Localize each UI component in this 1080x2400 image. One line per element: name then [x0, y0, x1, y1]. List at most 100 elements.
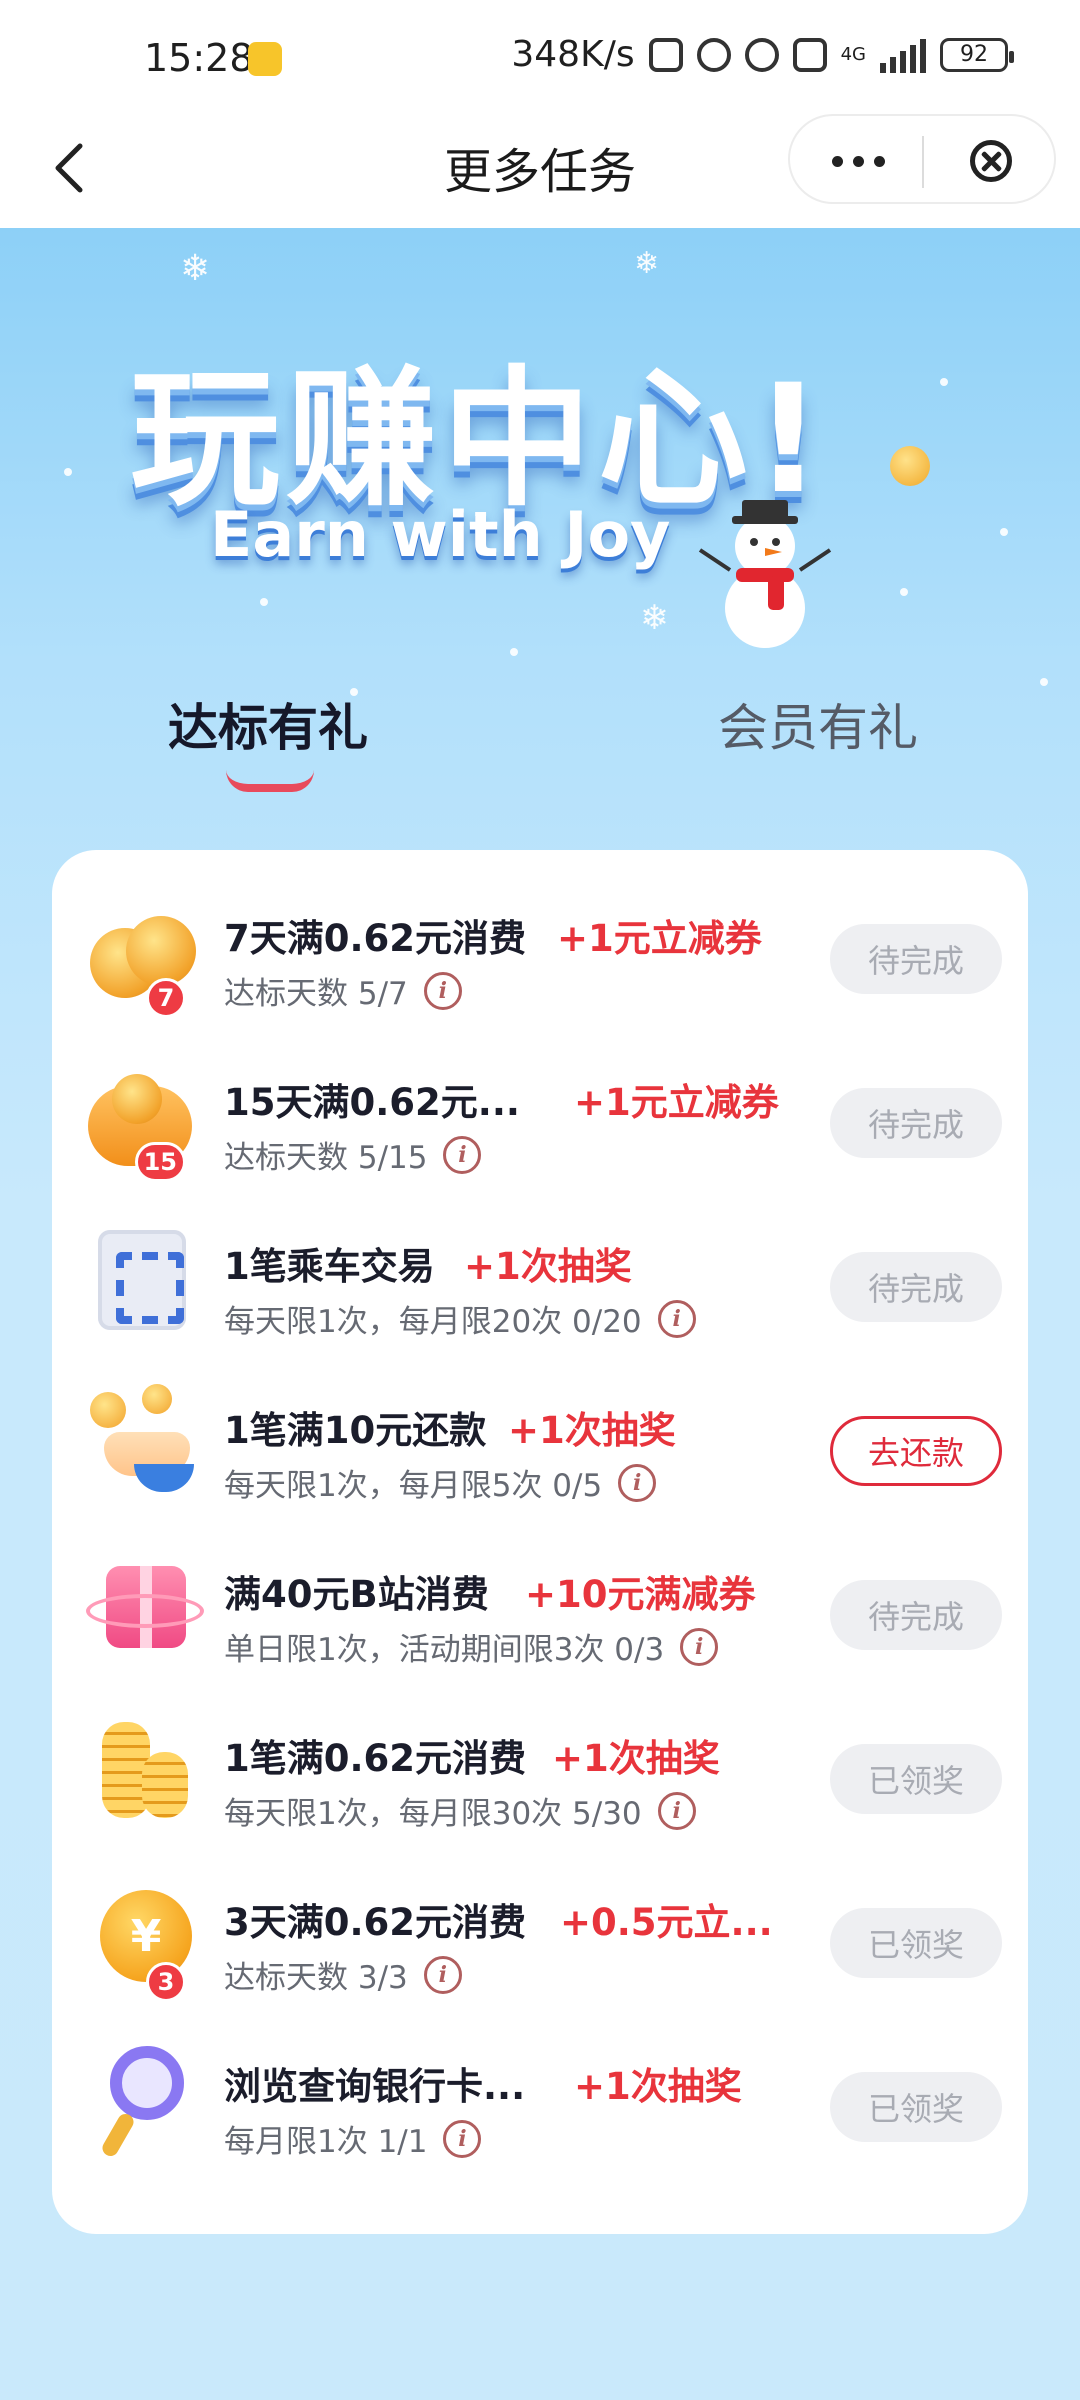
task-badge: 3 — [146, 1962, 186, 2002]
signal-icon — [880, 37, 926, 73]
task-reward: +10元满减券 — [525, 1573, 756, 1616]
snow-dot — [900, 588, 908, 596]
task-row: 1笔乘车交易 +1次抽奖 每天限1次，每月限20次 0/20 i 待完成 — [52, 1178, 1028, 1342]
snowflake-icon: ❄ — [640, 598, 669, 638]
task-progress: 每天限1次，每月限30次 5/30 — [224, 1796, 642, 1832]
task-title: 7天满0.62元消费 — [224, 917, 527, 960]
task-subtitle: 单日限1次，活动期间限3次 0/3 i — [224, 1624, 719, 1669]
task-title: 1笔乘车交易 — [224, 1245, 435, 1288]
task-row: 1笔满0.62元消费 +1次抽奖 每天限1次，每月限30次 5/30 i 已领奖 — [52, 1670, 1028, 1834]
snowflake-icon: ❄ — [634, 246, 660, 281]
tab-active-indicator — [226, 770, 314, 792]
task-row: ¥ 3 3天满0.62元消费 +0.5元立... 达标天数 3/3 i 已领奖 — [52, 1834, 1028, 2002]
task-subtitle: 每天限1次，每月限5次 0/5 i — [224, 1460, 657, 1505]
task-progress: 达标天数 5/7 — [224, 976, 408, 1012]
task-title: 3天满0.62元消费 — [224, 1901, 527, 1944]
more-icon[interactable] — [832, 156, 885, 167]
task-row: 7 7天满0.62元消费 +1元立减券 达标天数 5/7 i 待完成 — [52, 850, 1028, 1018]
task-badge: 7 — [146, 978, 186, 1018]
task-progress: 每月限1次 1/1 — [224, 2124, 428, 2160]
task-status-button[interactable]: 待完成 — [830, 1088, 1002, 1158]
snowflake-icon: ❄ — [180, 248, 211, 289]
alarm-icon — [744, 37, 779, 72]
task-row: 15 15天满0.62元... +1元立减券 达标天数 5/15 i 待完成 — [52, 1014, 1028, 1182]
info-icon[interactable]: i — [618, 1463, 657, 1502]
task-title: 1笔满10元还款 — [224, 1409, 487, 1452]
status-bar: 15:28 348K/s 4G 92 — [0, 0, 1080, 112]
tab-reach-standard[interactable]: 达标有礼 — [168, 688, 368, 760]
task-subtitle: 达标天数 5/7 i — [224, 968, 462, 1013]
snow-dot — [1040, 678, 1048, 686]
battery-level: 92 — [960, 42, 988, 67]
nfc-icon — [648, 37, 683, 72]
coin-stacks-icon — [82, 1712, 202, 1832]
close-icon[interactable] — [970, 140, 1012, 182]
battery-icon: 92 — [940, 37, 1014, 72]
tab-bar: 达标有礼 会员有礼 — [0, 688, 1080, 808]
task-subtitle: 每天限1次，每月限20次 0/20 i — [224, 1296, 696, 1341]
status-time: 15:28 — [144, 36, 254, 80]
gift-box-icon — [82, 1548, 204, 1668]
repay-button[interactable]: 去还款 — [830, 1416, 1002, 1486]
task-row: 1笔满10元还款 +1次抽奖 每天限1次，每月限5次 0/5 i 去还款 — [52, 1342, 1028, 1506]
task-reward: +1元立减券 — [557, 917, 762, 960]
task-row: 满40元B站消费 +10元满减券 单日限1次，活动期间限3次 0/3 i 待完成 — [52, 1506, 1028, 1670]
task-list-card: 7 7天满0.62元消费 +1元立减券 达标天数 5/7 i 待完成 15 15… — [52, 850, 1028, 2234]
task-reward: +1元立减券 — [574, 1081, 779, 1124]
task-subtitle: 每天限1次，每月限30次 5/30 i — [224, 1788, 696, 1833]
coin-stack-icon: 7 — [82, 892, 202, 1018]
yuan-coin-icon: ¥ 3 — [82, 1876, 202, 2002]
hd-icon — [792, 37, 827, 72]
snow-dot — [510, 648, 518, 656]
tab-member[interactable]: 会员有礼 — [718, 688, 918, 760]
mini-program-capsule — [788, 114, 1056, 204]
magnifier-icon — [82, 2040, 202, 2160]
treasure-chest-icon: 15 — [82, 1056, 202, 1182]
task-status-button[interactable]: 待完成 — [830, 1580, 1002, 1650]
info-icon[interactable]: i — [423, 1955, 462, 1994]
task-title: 满40元B站消费 — [224, 1573, 489, 1616]
info-icon[interactable]: i — [657, 1299, 696, 1338]
snowman-icon — [698, 500, 832, 648]
nav-bar: 更多任务 — [0, 112, 1080, 228]
task-title: 1笔满0.62元消费 — [224, 1737, 527, 1780]
task-progress: 达标天数 3/3 — [224, 1960, 408, 1996]
task-subtitle: 达标天数 3/3 i — [224, 1952, 462, 1997]
task-status-button[interactable]: 已领奖 — [830, 1744, 1002, 1814]
info-icon[interactable]: i — [443, 2119, 482, 2158]
snow-dot — [1000, 528, 1008, 536]
task-status-button[interactable]: 已领奖 — [830, 2072, 1002, 2142]
task-title: 浏览查询银行卡... — [224, 2065, 526, 2108]
task-row: 浏览查询银行卡... +1次抽奖 每月限1次 1/1 i 已领奖 — [52, 1998, 1028, 2162]
task-status-button[interactable]: 待完成 — [830, 1252, 1002, 1322]
task-status-button[interactable]: 待完成 — [830, 924, 1002, 994]
task-title: 15天满0.62元... — [224, 1081, 520, 1124]
hero-subtitle: Earn with Joy — [210, 498, 671, 571]
info-icon[interactable]: i — [443, 1135, 482, 1174]
network-type: 4G — [840, 44, 866, 65]
task-reward: +1次抽奖 — [574, 2065, 742, 2108]
task-status-button[interactable]: 已领奖 — [830, 1908, 1002, 1978]
task-progress: 达标天数 5/15 — [224, 1140, 428, 1176]
info-icon[interactable]: i — [680, 1627, 719, 1666]
task-reward: +1次抽奖 — [552, 1737, 720, 1780]
info-icon[interactable]: i — [657, 1791, 696, 1830]
task-reward: +0.5元立... — [560, 1901, 773, 1944]
capsule-divider — [922, 136, 924, 188]
task-badge: 15 — [134, 1142, 186, 1182]
notification-icon — [248, 42, 282, 76]
mute-icon — [696, 37, 731, 72]
task-subtitle: 达标天数 5/15 i — [224, 1132, 482, 1177]
task-reward: +1次抽奖 — [508, 1409, 676, 1452]
task-progress: 单日限1次，活动期间限3次 0/3 — [224, 1632, 665, 1668]
snow-dot — [64, 468, 72, 476]
info-icon[interactable]: i — [423, 971, 462, 1010]
qr-code-icon — [82, 1220, 202, 1340]
task-reward: +1次抽奖 — [464, 1245, 632, 1288]
status-right: 348K/s 4G 92 — [511, 34, 1014, 75]
coin-icon — [890, 446, 930, 486]
task-subtitle: 每月限1次 1/1 i — [224, 2116, 482, 2161]
task-progress: 每天限1次，每月限5次 0/5 — [224, 1468, 603, 1504]
network-speed: 348K/s — [511, 34, 635, 75]
hand-coin-icon — [82, 1384, 202, 1504]
